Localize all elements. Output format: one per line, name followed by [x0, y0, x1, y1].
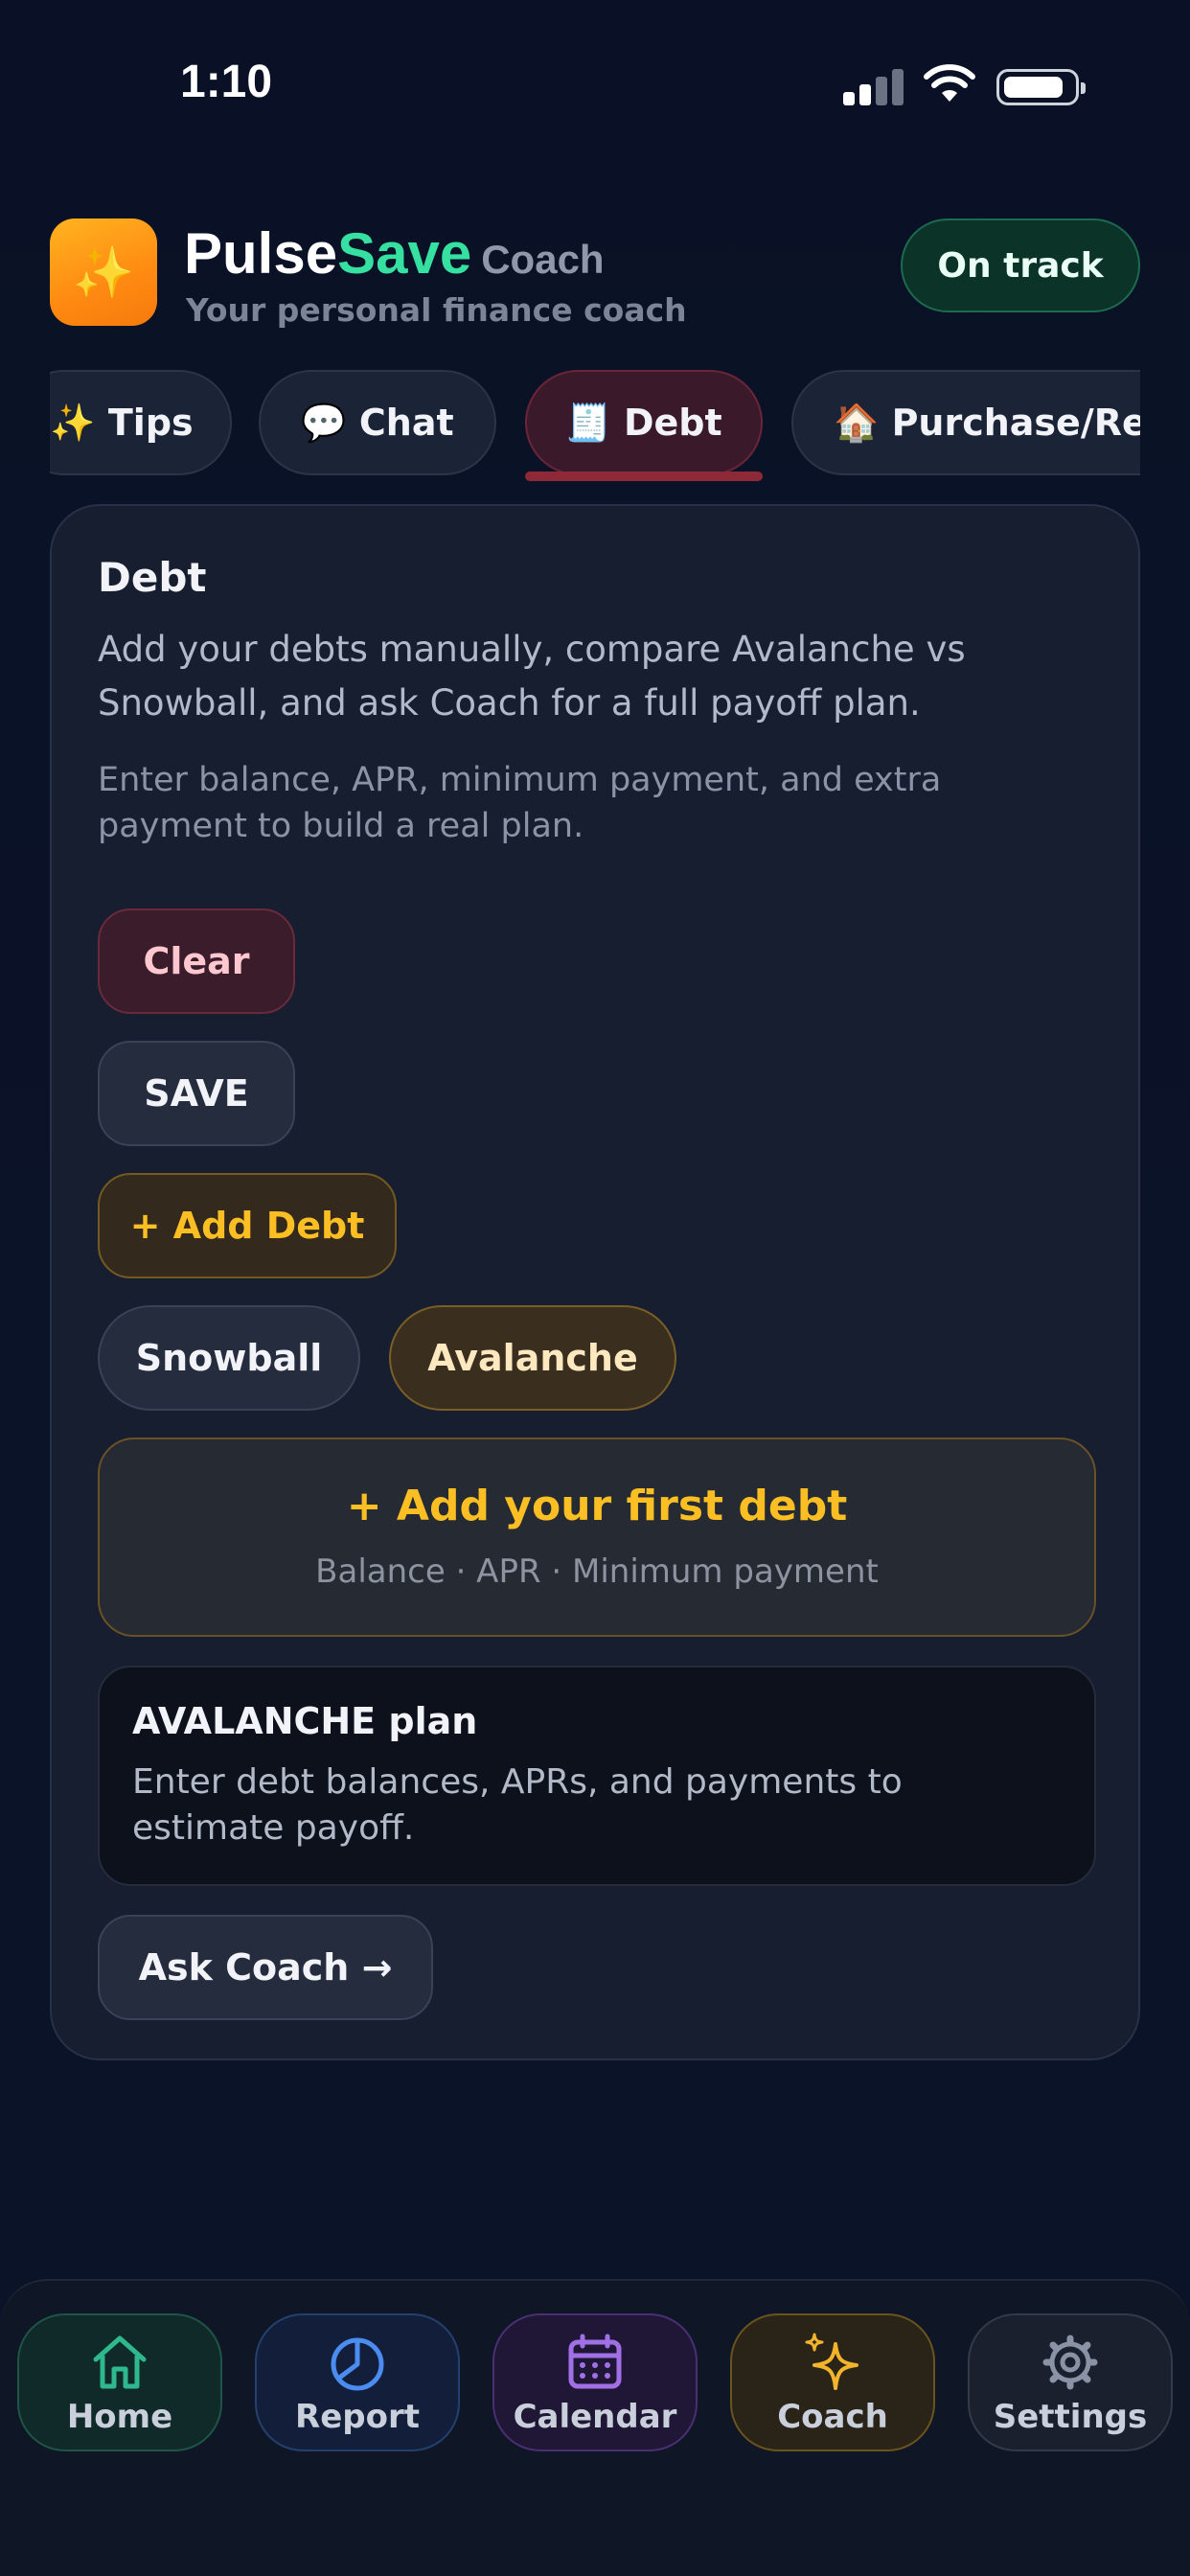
nav-settings[interactable]: Settings — [968, 2313, 1173, 2451]
nav-coach[interactable]: Coach — [730, 2313, 935, 2451]
app-header: ✨ PulseSave Coach Your personal finance c… — [50, 218, 1140, 334]
add-first-debt-card[interactable]: + Add your first debt Balance · APR · Mi… — [98, 1438, 1096, 1637]
status-bar: 1:10 — [0, 0, 1190, 172]
add-debt-button[interactable]: + Add Debt — [98, 1173, 397, 1278]
nav-label: Report — [295, 2398, 420, 2436]
ask-coach-button[interactable]: Ask Coach → — [98, 1915, 433, 2020]
clear-button[interactable]: Clear — [98, 908, 295, 1014]
pie-chart-icon — [331, 2337, 384, 2391]
nav-label: Calendar — [513, 2398, 677, 2436]
nav-report[interactable]: Report — [255, 2313, 460, 2451]
tab-tips[interactable]: ✨ Tips — [50, 370, 232, 475]
tab-label: Debt — [623, 402, 722, 444]
sparkles-icon: ✨ — [50, 401, 96, 444]
nav-calendar[interactable]: Calendar — [492, 2313, 698, 2451]
app-subtitle: Your personal finance coach — [186, 291, 687, 329]
add-first-debt-title: + Add your first debt — [346, 1482, 848, 1530]
gear-icon — [1042, 2334, 1098, 2390]
brand-pulse: Pulse — [184, 221, 338, 286]
nav-label: Coach — [777, 2398, 888, 2436]
tab-label: Purchase/Re — [891, 402, 1140, 444]
wifi-icon — [924, 64, 975, 102]
tab-debt[interactable]: 🧾 Debt — [525, 370, 763, 475]
bottom-navigation: Home Report Calendar Coach Settings — [0, 2279, 1190, 2576]
house-icon: 🏠 — [834, 401, 880, 444]
save-button[interactable]: SAVE — [98, 1041, 295, 1146]
sparkles-icon — [805, 2333, 858, 2390]
tab-bar: ✨ Tips 💬 Chat 🧾 Debt 🏠 Purchase/Re — [50, 370, 1140, 483]
active-tab-indicator — [525, 472, 763, 481]
brand-coach: Coach — [481, 237, 605, 282]
receipt-icon: 🧾 — [565, 401, 611, 444]
cellular-signal-icon — [843, 69, 904, 105]
home-icon — [93, 2335, 147, 2389]
plan-summary: AVALANCHE plan Enter debt balances, APRs… — [98, 1666, 1096, 1886]
card-hint: Enter balance, APR, minimum payment, and… — [98, 761, 942, 845]
nav-label: Settings — [993, 2398, 1148, 2436]
plan-text: Enter debt balances, APRs, and payments … — [132, 1762, 903, 1848]
snowball-strategy-button[interactable]: Snowball — [98, 1305, 360, 1411]
brand-title: PulseSave Coach — [184, 220, 605, 287]
tab-chat[interactable]: 💬 Chat — [259, 370, 496, 475]
status-pill[interactable]: On track — [901, 218, 1140, 312]
card-description: Add your debts manually, compare Avalanc… — [98, 629, 966, 724]
app-logo: ✨ — [50, 218, 157, 326]
nav-label: Home — [66, 2398, 173, 2436]
sparkles-icon: ✨ — [72, 243, 135, 302]
tab-purchase[interactable]: 🏠 Purchase/Re — [791, 370, 1140, 475]
avalanche-strategy-button[interactable]: Avalanche — [389, 1305, 676, 1411]
battery-icon — [996, 69, 1086, 105]
tab-label: Tips — [107, 402, 194, 444]
card-title: Debt — [98, 554, 207, 601]
status-time: 1:10 — [180, 57, 273, 107]
add-first-debt-fields: Balance · APR · Minimum payment — [315, 1552, 879, 1591]
tab-label: Chat — [358, 402, 454, 444]
nav-home[interactable]: Home — [17, 2313, 222, 2451]
speech-bubble-icon: 💬 — [301, 401, 347, 444]
debt-card: Debt Add your debts manually, compare Av… — [50, 504, 1140, 2060]
brand-save: Save — [337, 221, 472, 286]
plan-title: AVALANCHE plan — [132, 1700, 478, 1742]
calendar-icon — [568, 2334, 622, 2389]
